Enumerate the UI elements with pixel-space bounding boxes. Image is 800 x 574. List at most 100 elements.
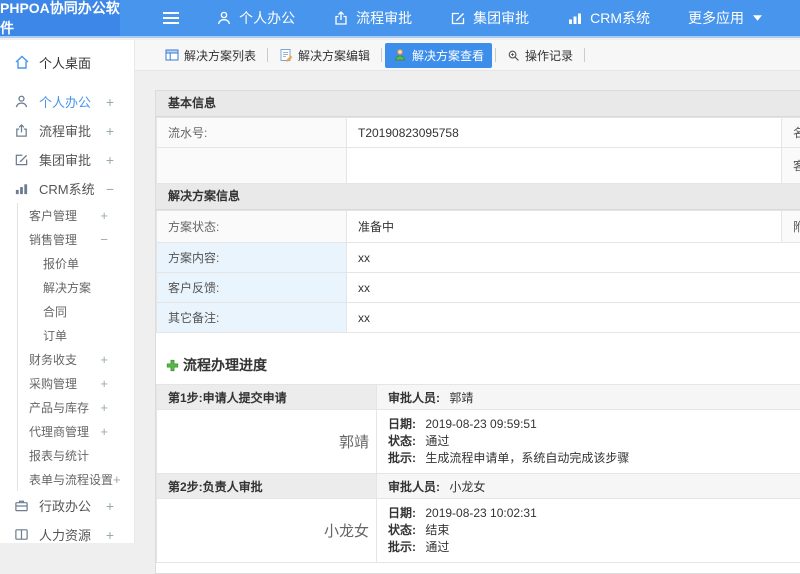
step-2-approver-cell: 审批人员: 小龙女 [377, 474, 800, 499]
crm-submenu: 客户管理 + 销售管理 − 报价单 解决方案 合同 订单 财务收支 + 采购管理… [17, 203, 134, 491]
tab-divider [584, 48, 585, 62]
sidebar-item-agent-mgmt[interactable]: 代理商管理 + [18, 419, 134, 443]
bar-chart-icon [567, 10, 583, 26]
sidebar-item-form-process-settings[interactable]: 表单与流程设置 + [18, 467, 134, 491]
approver-name: 小龙女 [449, 480, 485, 494]
sidebar-item-purchasing[interactable]: 采购管理 + [18, 371, 134, 395]
step-2-detail-cell: 日期: 2019-08-23 10:02:31 状态: 结束 批示: 通过 [377, 499, 800, 563]
progress-table: 第1步:申请人提交申请 审批人员: 郭靖 郭靖 日期: 2019-08-23 0… [156, 384, 800, 563]
table-row: 方案内容: xx [157, 243, 800, 273]
topbar-nav: 个人办公 流程审批 集团审批 CRM系统 更多应用 [216, 8, 800, 28]
sidebar-item-label: 人力资源 [39, 525, 91, 544]
expand-toggle: + [100, 400, 108, 415]
step-1-detail-cell: 日期: 2019-08-23 09:59:51 状态: 通过 批示: 生成流程申… [377, 410, 800, 474]
nav-process-approval[interactable]: 流程审批 [333, 8, 412, 28]
sidebar-item-label: 销售管理 [29, 231, 77, 248]
sidebar-item-label: 个人桌面 [39, 53, 91, 72]
sidebar-item-personal-office[interactable]: 个人办公 + [0, 87, 134, 116]
sidebar-item-label: 集团审批 [39, 150, 91, 169]
sidebar-item-label: 个人办公 [39, 92, 91, 111]
nav-label: 个人办公 [239, 8, 295, 28]
sidebar-item-label: 解决方案 [43, 279, 91, 296]
date-line: 日期: 2019-08-23 10:02:31 [388, 505, 800, 522]
expand-toggle: + [106, 94, 114, 110]
share-icon [333, 10, 349, 26]
menu-toggle-icon[interactable] [162, 11, 180, 25]
sidebar-item-label: 产品与库存 [29, 399, 89, 416]
attachment-label: 附件 [782, 211, 800, 243]
empty-label-cell [157, 148, 347, 184]
sidebar: 个人桌面 个人办公 + 流程审批 + 集团审批 + CRM系统 − 客户管理 + [0, 40, 135, 543]
status-line: 状态: 通过 [388, 433, 800, 450]
nav-label: CRM系统 [590, 8, 650, 28]
other-remark-value: xx [347, 303, 800, 333]
expand-toggle: + [113, 472, 121, 487]
status-line: 状态: 结束 [388, 522, 800, 539]
feedback-value: xx [347, 273, 800, 303]
caret-down-icon [753, 15, 762, 21]
sidebar-item-label: 报价单 [43, 255, 79, 272]
serial-number-value: T20190823095758 [347, 118, 782, 148]
edit-icon [450, 10, 466, 26]
nav-more-apps[interactable]: 更多应用 [688, 8, 762, 28]
sidebar-item-solution[interactable]: 解决方案 [18, 275, 134, 299]
sidebar-item-quotation[interactable]: 报价单 [18, 251, 134, 275]
sidebar-item-label: 流程审批 [39, 121, 91, 140]
date-value: 2019-08-23 09:59:51 [425, 417, 536, 431]
edit-document-icon [279, 48, 293, 62]
table-row: 小龙女 日期: 2019-08-23 10:02:31 状态: 结束 批示: 通… [157, 499, 800, 563]
step-1-name: 第1步:申请人提交申请 [157, 385, 377, 410]
collapse-toggle: − [100, 232, 108, 247]
approver-name: 郭靖 [449, 391, 473, 405]
tab-solution-list[interactable]: 解决方案列表 [157, 43, 264, 68]
tab-solution-edit[interactable]: 解决方案编辑 [271, 43, 378, 68]
sidebar-item-group-approval[interactable]: 集团审批 + [0, 145, 134, 174]
feedback-label: 客户反馈: [157, 273, 347, 303]
sidebar-item-customer-mgmt[interactable]: 客户管理 + [18, 203, 134, 227]
solution-view-panel: 基本信息 流水号: T20190823095758 名称 客户 解决方案信息 方… [155, 90, 800, 574]
progress-section-title: 流程办理进度 [166, 355, 800, 375]
sidebar-item-process-approval[interactable]: 流程审批 + [0, 116, 134, 145]
collapse-toggle: − [106, 181, 114, 197]
serial-number-label: 流水号: [157, 118, 347, 148]
nav-crm-system[interactable]: CRM系统 [567, 8, 650, 28]
topbar: PHPOA协同办公软件 个人办公 流程审批 集团审批 CRM系统 [0, 0, 800, 38]
name-label: 名称 [782, 118, 800, 148]
sidebar-item-products-inventory[interactable]: 产品与库存 + [18, 395, 134, 419]
content-label: 方案内容: [157, 243, 347, 273]
expand-toggle: + [106, 498, 114, 514]
remark-line: 批示: 生成流程申请单，系统自动完成该步骤 [388, 450, 800, 467]
magnifier-icon [507, 49, 520, 62]
sidebar-item-sales-mgmt[interactable]: 销售管理 − [18, 227, 134, 251]
share-icon [14, 123, 30, 138]
expand-toggle: + [106, 123, 114, 139]
tab-operation-log[interactable]: 操作记录 [499, 43, 581, 68]
customer-label: 客户 [782, 148, 800, 184]
tab-strip: 解决方案列表 解决方案编辑 解决方案查看 操作记录 [135, 40, 800, 71]
step-1-handler-name: 郭靖 [157, 410, 377, 474]
tab-solution-view[interactable]: 解决方案查看 [385, 43, 492, 68]
sidebar-item-desktop[interactable]: 个人桌面 [0, 47, 134, 77]
expand-toggle: + [106, 152, 114, 168]
sidebar-item-crm[interactable]: CRM系统 − [0, 174, 134, 203]
content-value: xx [347, 243, 800, 273]
sidebar-item-label: 表单与流程设置 [29, 471, 113, 488]
sidebar-item-order[interactable]: 订单 [18, 323, 134, 347]
book-icon [14, 527, 30, 542]
sidebar-item-contract[interactable]: 合同 [18, 299, 134, 323]
status-value: 结束 [425, 523, 449, 537]
remark-value: 生成流程申请单，系统自动完成该步骤 [425, 451, 629, 465]
nav-group-approval[interactable]: 集团审批 [450, 8, 529, 28]
sidebar-item-admin-office[interactable]: 行政办公 + [0, 491, 134, 520]
basic-info-table: 流水号: T20190823095758 名称 客户 [156, 117, 800, 184]
nav-personal-office[interactable]: 个人办公 [216, 8, 295, 28]
sidebar-item-finance[interactable]: 财务收支 + [18, 347, 134, 371]
bar-chart-icon [14, 181, 30, 196]
sidebar-item-reports[interactable]: 报表与统计 [18, 443, 134, 467]
table-list-icon [165, 48, 179, 62]
sidebar-item-label: 财务收支 [29, 351, 77, 368]
sidebar-item-label: 采购管理 [29, 375, 77, 392]
sidebar-item-hr[interactable]: 人力资源 + [0, 520, 134, 549]
tab-label: 操作记录 [525, 47, 573, 64]
step-2-handler-name: 小龙女 [157, 499, 377, 563]
